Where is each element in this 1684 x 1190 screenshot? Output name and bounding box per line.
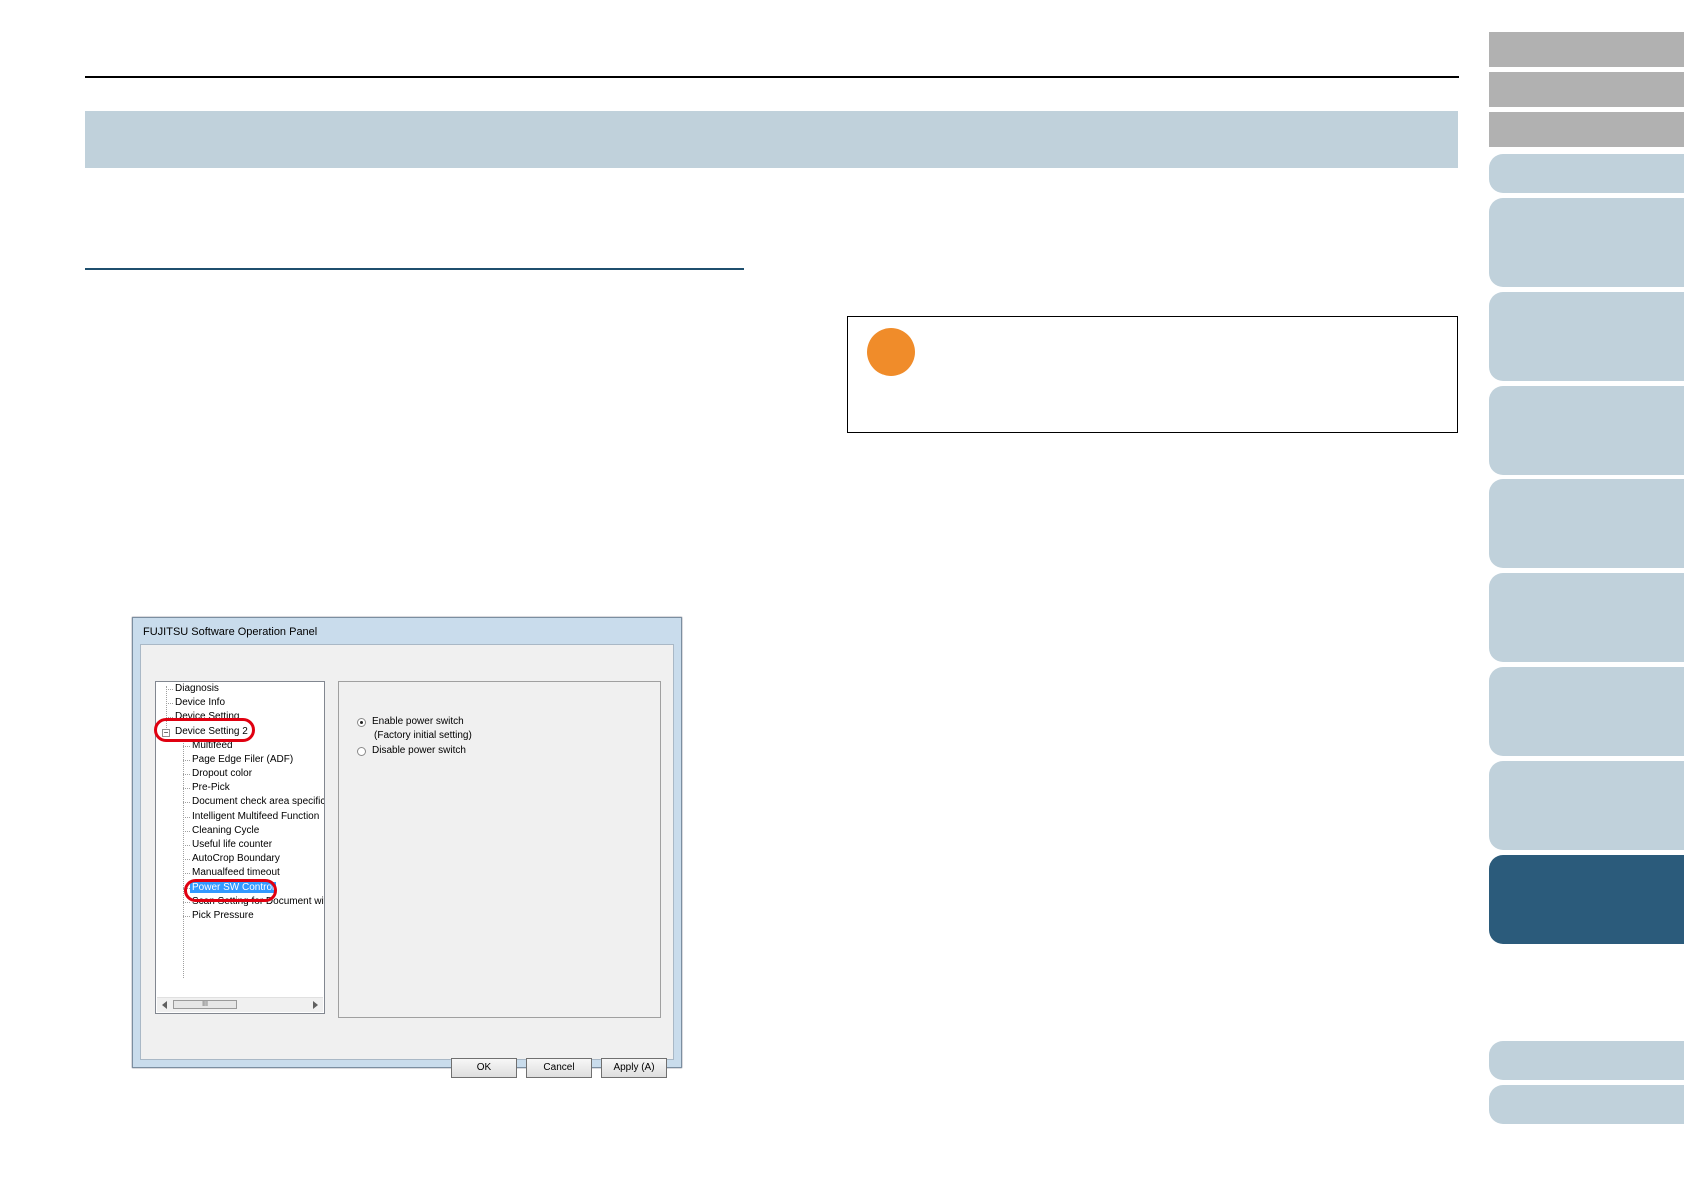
tree-item-device-info[interactable]: Device Info: [175, 697, 225, 709]
operation-panel-window: FUJITSU Software Operation Panel Diagnos…: [132, 617, 682, 1078]
tree-connector: [166, 689, 173, 690]
ok-button[interactable]: OK: [451, 1058, 517, 1078]
tree-connector: [183, 746, 190, 747]
nav-tab-3[interactable]: [1489, 292, 1684, 381]
tree-connector: [183, 760, 190, 761]
tree-item-device-setting-2[interactable]: Device Setting 2: [175, 726, 248, 738]
tree-connector: [183, 802, 190, 803]
enable-power-switch-radio[interactable]: [357, 718, 366, 727]
factory-setting-note: (Factory initial setting): [374, 730, 472, 741]
tree-connector: [183, 817, 190, 818]
nav-tab-active[interactable]: [1489, 855, 1684, 944]
nav-tab-gray-2[interactable]: [1489, 72, 1684, 107]
attention-icon: [867, 328, 915, 376]
tree-item-cleaning-cycle[interactable]: Cleaning Cycle: [192, 825, 259, 837]
section-divider: [85, 268, 744, 270]
tree-item-power-sw-control[interactable]: Power SW Control: [190, 882, 277, 894]
nav-tab-7[interactable]: [1489, 667, 1684, 756]
nav-tab-2[interactable]: [1489, 198, 1684, 287]
selected-item-label[interactable]: Power SW Control: [190, 882, 277, 893]
nav-tab-6[interactable]: [1489, 573, 1684, 662]
disable-power-switch-label[interactable]: Disable power switch: [372, 745, 466, 756]
apply-button[interactable]: Apply (A): [601, 1058, 667, 1078]
tree-item-intelligent-multifeed[interactable]: Intelligent Multifeed Function: [192, 811, 319, 823]
horizontal-scrollbar[interactable]: III: [157, 997, 323, 1012]
tree-item-device-setting[interactable]: Device Setting: [175, 711, 239, 723]
window-title: FUJITSU Software Operation Panel: [143, 626, 318, 638]
tree-connector: [166, 703, 173, 704]
cancel-button[interactable]: Cancel: [526, 1058, 592, 1078]
tree-connector: [183, 916, 190, 917]
tree-item-scan-setting[interactable]: Scan Setting for Document wit: [192, 896, 324, 908]
nav-tab-1[interactable]: [1489, 154, 1684, 193]
tree-item-diagnosis[interactable]: Diagnosis: [175, 683, 219, 695]
tree-item-document-check-area[interactable]: Document check area specific: [192, 796, 324, 808]
tree-item-pick-pressure[interactable]: Pick Pressure: [192, 910, 254, 922]
tree-guide-root: [166, 686, 167, 732]
tree-connector: [183, 845, 190, 846]
tree-item-autocrop-boundary[interactable]: AutoCrop Boundary: [192, 853, 280, 865]
nav-tab-4[interactable]: [1489, 386, 1684, 475]
settings-tree[interactable]: Diagnosis Device Info Device Setting − D…: [155, 681, 325, 1014]
nav-tab-5[interactable]: [1489, 479, 1684, 568]
scroll-left-icon[interactable]: [162, 1001, 167, 1009]
enable-power-switch-label[interactable]: Enable power switch: [372, 716, 464, 727]
disable-power-switch-radio[interactable]: [357, 747, 366, 756]
tree-item-pre-pick[interactable]: Pre-Pick: [192, 782, 230, 794]
tree-item-dropout-color[interactable]: Dropout color: [192, 768, 252, 780]
tree-connector: [166, 717, 173, 718]
tree-connector: [183, 859, 190, 860]
tree-item-useful-life-counter[interactable]: Useful life counter: [192, 839, 272, 851]
scrollbar-thumb[interactable]: III: [173, 1000, 237, 1009]
tree-connector: [183, 831, 190, 832]
tree-connector: [183, 788, 190, 789]
tree-item-page-edge-filer[interactable]: Page Edge Filer (ADF): [192, 754, 293, 766]
tree-connector: [183, 774, 190, 775]
nav-tab-bottom-2[interactable]: [1489, 1085, 1684, 1124]
nav-tab-gray-3[interactable]: [1489, 112, 1684, 147]
title-band: [85, 111, 1458, 168]
tree-item-manualfeed-timeout[interactable]: Manualfeed timeout: [192, 867, 280, 879]
radio-selected-dot: [360, 721, 363, 724]
tree-connector: [183, 902, 190, 903]
nav-tab-8[interactable]: [1489, 761, 1684, 850]
tree-connector: [183, 888, 190, 889]
top-divider: [85, 76, 1459, 78]
tree-connector: [183, 873, 190, 874]
collapse-toggle-icon[interactable]: −: [162, 729, 170, 737]
settings-panel: Enable power switch (Factory initial set…: [338, 681, 661, 1018]
tree-item-multifeed[interactable]: Multifeed: [192, 740, 233, 752]
window-client-area: Diagnosis Device Info Device Setting − D…: [140, 644, 674, 1078]
nav-tab-bottom-1[interactable]: [1489, 1041, 1684, 1080]
scroll-right-icon[interactable]: [313, 1001, 318, 1009]
nav-tab-gray-1[interactable]: [1489, 32, 1684, 67]
important-note-box: [847, 316, 1458, 433]
